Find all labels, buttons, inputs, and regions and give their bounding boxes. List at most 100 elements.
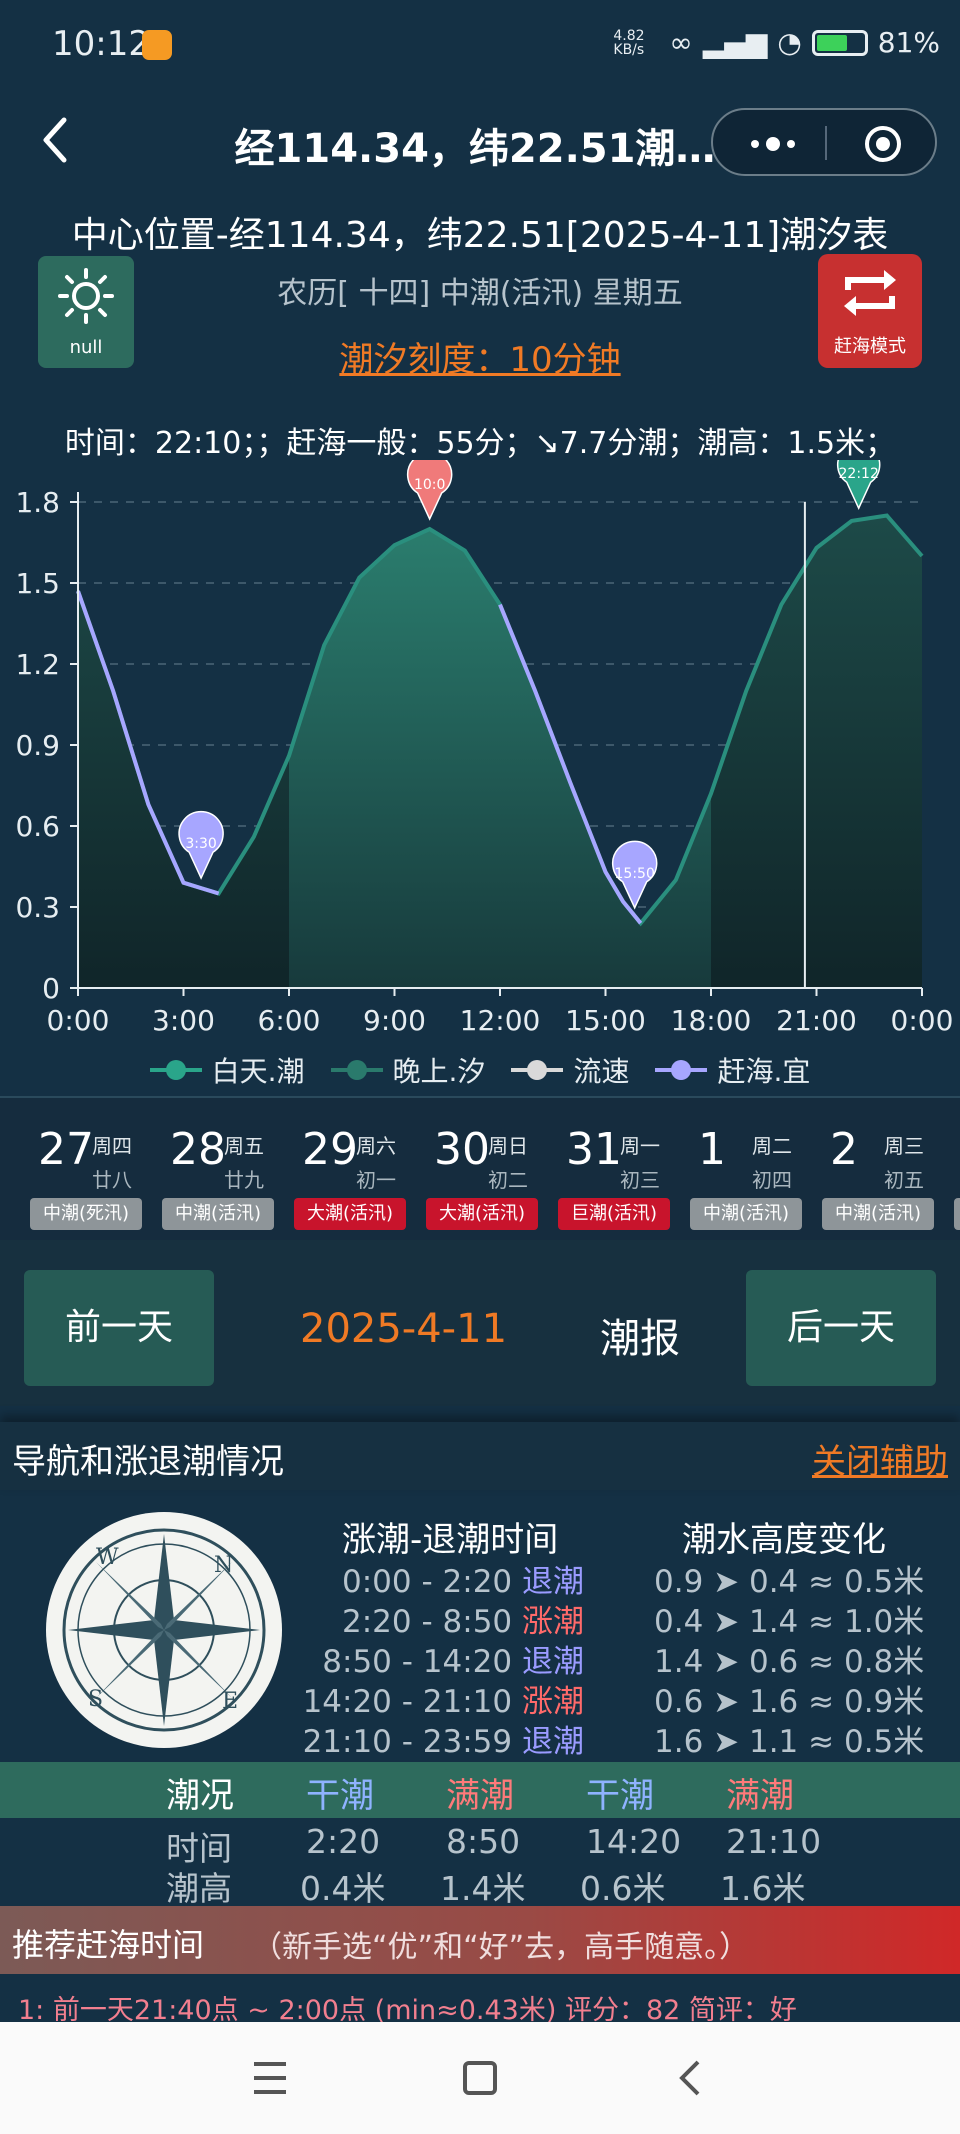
app-notification-icon <box>142 30 172 60</box>
tide-time-header: 涨潮-退潮时间 <box>342 1520 559 1560</box>
tide-row-time: 14:20 - 21:10 涨潮 <box>303 1676 584 1721</box>
tide-status-rows: 时间 潮高 2:20 0.4米 8:50 1.4米 14:20 0.6米 21:10 1.6米 <box>0 1818 960 1908</box>
tide-status-height: 1.6米 <box>720 1869 806 1908</box>
tide-status-name: 满潮 <box>726 1776 794 1816</box>
legend-item[interactable]: 流速 <box>511 1050 629 1090</box>
time-range: 2:20 - 8:50 <box>342 1604 513 1640</box>
tide-status-name: 满潮 <box>446 1776 514 1816</box>
tide-row: 2:20 - 8:50 涨潮 0.4 ➤ 1.4 ≈ 1.0米 <box>0 1596 960 1640</box>
current-date[interactable]: 2025-4-11 <box>300 1306 507 1352</box>
legend-item[interactable]: 白天.潮 <box>149 1050 305 1090</box>
tide-tag: 中潮(死汛) <box>30 1198 142 1230</box>
legend-item[interactable]: 赶海.宜 <box>655 1050 810 1090</box>
tide-tag: 巨潮(活汛) <box>558 1198 670 1230</box>
tide-tag: 中潮(活汛) <box>162 1198 274 1230</box>
net-speed: 4.82 KB/s <box>613 27 645 58</box>
tide-state: 退潮 <box>522 1644 584 1680</box>
height-label: 潮高 <box>166 1869 232 1908</box>
mode-label: 赶海模式 <box>834 336 906 357</box>
weekday: 周五 <box>224 1134 264 1158</box>
date-cell[interactable]: 30 周日 初二 大潮(活汛) <box>418 1098 550 1242</box>
tide-state: 退潮 <box>522 1724 584 1760</box>
x-tick-label: 0:00 <box>47 1004 110 1037</box>
tide-status-name: 干潮 <box>306 1776 374 1816</box>
marker-label: 10:0 <box>414 477 445 493</box>
menu-icon[interactable] <box>252 2058 288 2098</box>
date-cell-partial[interactable] <box>0 1098 10 1242</box>
tide-row-time: 21:10 - 23:59 退潮 <box>303 1716 584 1761</box>
tide-row: 21:10 - 23:59 退潮 1.6 ➤ 1.1 ≈ 0.5米 <box>0 1716 960 1760</box>
more-icon[interactable] <box>743 130 803 158</box>
tide-state: 退潮 <box>522 1564 584 1600</box>
legend-label: 白天.潮 <box>211 1055 305 1088</box>
date-cell[interactable]: 2 周三 初五 中潮(活汛) <box>814 1098 946 1242</box>
date-cell[interactable]: 1 周二 初四 中潮(活汛) <box>682 1098 814 1242</box>
tide-status-height: 0.4米 <box>300 1869 386 1908</box>
back-nav-icon[interactable] <box>672 2058 708 2098</box>
day-navigation: 前一天 2025-4-11 潮报 后一天 <box>0 1240 960 1406</box>
next-day-button[interactable]: 后一天 <box>746 1270 936 1386</box>
date-cell-partial[interactable] <box>946 1098 960 1242</box>
date-number: 30 <box>434 1124 490 1175</box>
date-number: 28 <box>170 1124 226 1175</box>
time-range: 0:00 - 2:20 <box>342 1564 513 1600</box>
weekday: 周日 <box>488 1134 528 1158</box>
tide-status-time: 21:10 <box>726 1822 822 1861</box>
legend-swatch <box>655 1060 708 1080</box>
date-cell[interactable]: 31 周一 初三 巨潮(活汛) <box>550 1098 682 1242</box>
legend-item[interactable]: 晚上.汐 <box>330 1050 485 1090</box>
close-miniprogram-icon[interactable] <box>863 124 903 164</box>
tide-tag <box>954 1198 960 1230</box>
tide-status-band: 潮况 干潮 满潮 干潮 满潮 <box>0 1762 960 1818</box>
legend-swatch <box>511 1060 564 1080</box>
close-assist-link[interactable]: 关闭辅助 <box>812 1434 948 1483</box>
tide-status-time: 2:20 <box>306 1822 381 1861</box>
tide-row-height: 0.6 ➤ 1.6 ≈ 0.9米 <box>654 1684 925 1720</box>
tide-rows: 0:00 - 2:20 退潮 0.9 ➤ 0.4 ≈ 0.5米 2:20 - 8:… <box>0 1556 960 1760</box>
section-title: 导航和涨退潮情况 <box>12 1442 284 1482</box>
marker-pin: 3:30 <box>178 810 224 880</box>
legend-label: 赶海.宜 <box>717 1055 811 1088</box>
date-cell[interactable]: 27 周四 廿八 中潮(死汛) <box>22 1098 154 1242</box>
location-date-title: 中心位置-经114.34，纬22.51[2025-4-11]潮汐表 <box>71 215 889 256</box>
weekday: 周六 <box>356 1134 396 1158</box>
y-tick-label: 0.3 <box>15 891 60 924</box>
y-tick-label: 0.9 <box>15 729 60 762</box>
tide-report-button[interactable]: 潮报 <box>600 1306 680 1364</box>
y-tick-label: 1.5 <box>15 567 60 600</box>
tide-row: 14:20 - 21:10 涨潮 0.6 ➤ 1.6 ≈ 0.9米 <box>0 1676 960 1720</box>
weather-button[interactable]: null <box>38 256 134 368</box>
legend-label: 流速 <box>573 1055 630 1088</box>
tide-chart[interactable]: 0 0.3 0.6 0.9 1.2 1.5 1.8 0:00 3:00 6:00 9:00 12:00… <box>0 460 960 1040</box>
marker-pin: 22:12 <box>836 460 881 510</box>
tide-status-label: 潮况 <box>166 1776 234 1816</box>
tide-tag: 中潮(活汛) <box>822 1198 934 1230</box>
date-number: 29 <box>302 1124 358 1175</box>
weather-label: null <box>69 337 103 358</box>
home-icon[interactable] <box>462 2058 498 2098</box>
date-cell[interactable]: 29 周六 初一 大潮(活汛) <box>286 1098 418 1242</box>
date-strip[interactable]: 27 周四 廿八 中潮(死汛) 28 周五 廿九 中潮(活汛) 29 周六 初一 大… <box>0 1096 960 1242</box>
lunar-day: 廿九 <box>224 1168 264 1192</box>
battery-percent: 81% <box>877 26 940 59</box>
weekday: 周一 <box>620 1134 660 1158</box>
prev-day-button[interactable]: 前一天 <box>24 1270 214 1386</box>
tide-scale-link[interactable]: 潮汐刻度：10分钟 <box>0 332 960 381</box>
signal-icon: ▂▄▆ <box>702 26 768 59</box>
x-tick-label: 18:00 <box>671 1004 752 1037</box>
system-nav-bar <box>0 2022 960 2134</box>
repeat-icon <box>844 270 896 316</box>
tide-status-time: 14:20 <box>586 1822 682 1861</box>
lunar-day: 初二 <box>488 1168 528 1192</box>
date-cell[interactable]: 28 周五 廿九 中潮(活汛) <box>154 1098 286 1242</box>
beachcomb-mode-button[interactable]: 赶海模式 <box>818 254 922 368</box>
date-number: 2 <box>830 1124 858 1175</box>
marker-label: 3:30 <box>185 836 216 852</box>
recommend-bar: 推荐赶海时间 （新手选“优”和“好”去，高手随意。） <box>0 1906 960 1974</box>
battery-icon <box>811 29 868 56</box>
y-tick-label: 0 <box>42 972 60 1005</box>
x-tick-label: 12:00 <box>460 1004 541 1037</box>
link-icon: ∞ <box>669 26 693 59</box>
wifi-icon: ◔ <box>777 26 802 59</box>
lunar-day: 初五 <box>884 1168 924 1192</box>
